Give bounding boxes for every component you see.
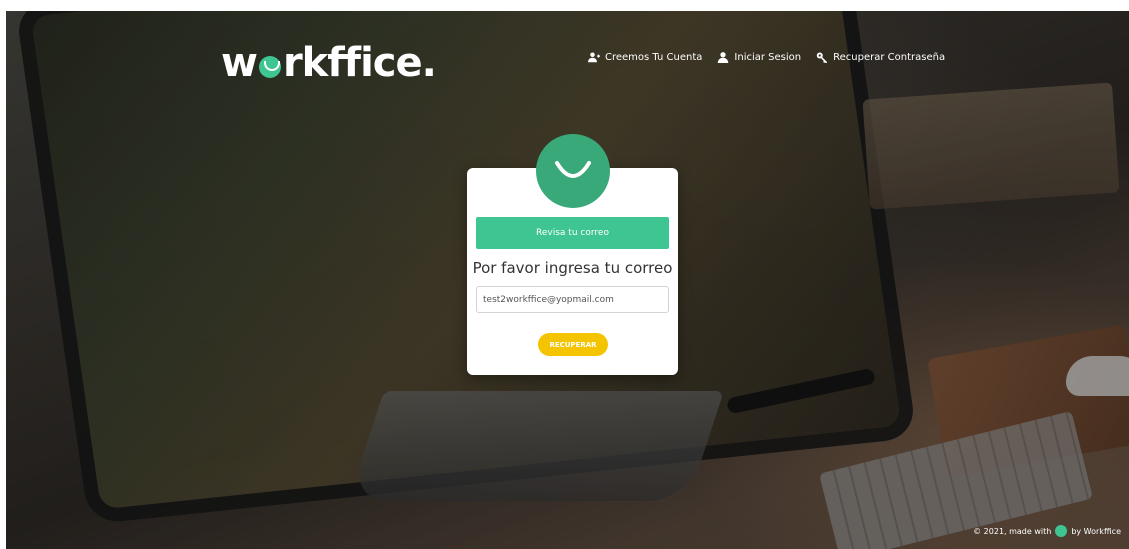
footer-credit: © 2021, made with by Workffice bbox=[973, 525, 1121, 537]
card-heading: Por favor ingresa tu correo bbox=[472, 259, 673, 277]
user-plus-icon bbox=[588, 52, 600, 63]
nav-label: Recuperar Contraseña bbox=[833, 51, 946, 63]
footer-prefix: © 2021, made with bbox=[973, 526, 1052, 536]
logo-smile-icon bbox=[258, 56, 281, 78]
nav-item-create-account[interactable]: Creemos Tu Cuenta bbox=[588, 51, 702, 63]
nav-label: Creemos Tu Cuenta bbox=[605, 51, 703, 63]
smile-icon bbox=[536, 134, 610, 208]
brand-logo[interactable]: w rkffice. bbox=[221, 38, 437, 88]
email-field[interactable] bbox=[476, 286, 669, 313]
logo-suffix: rkffice. bbox=[282, 40, 437, 86]
workffice-logo-icon bbox=[1055, 525, 1068, 537]
key-icon bbox=[816, 52, 828, 63]
nav-label: Iniciar Sesion bbox=[734, 51, 802, 63]
logo-prefix: w bbox=[221, 40, 258, 86]
recover-button[interactable]: RECUPERAR bbox=[538, 333, 608, 356]
nav-item-recover-password[interactable]: Recuperar Contraseña bbox=[816, 51, 945, 63]
footer-suffix: by Workffice bbox=[1071, 526, 1121, 536]
top-nav: Creemos Tu Cuenta Iniciar Sesion Recuper… bbox=[588, 51, 945, 63]
success-alert: Revisa tu correo bbox=[476, 217, 669, 249]
nav-item-login[interactable]: Iniciar Sesion bbox=[717, 51, 801, 63]
user-icon bbox=[718, 52, 729, 63]
